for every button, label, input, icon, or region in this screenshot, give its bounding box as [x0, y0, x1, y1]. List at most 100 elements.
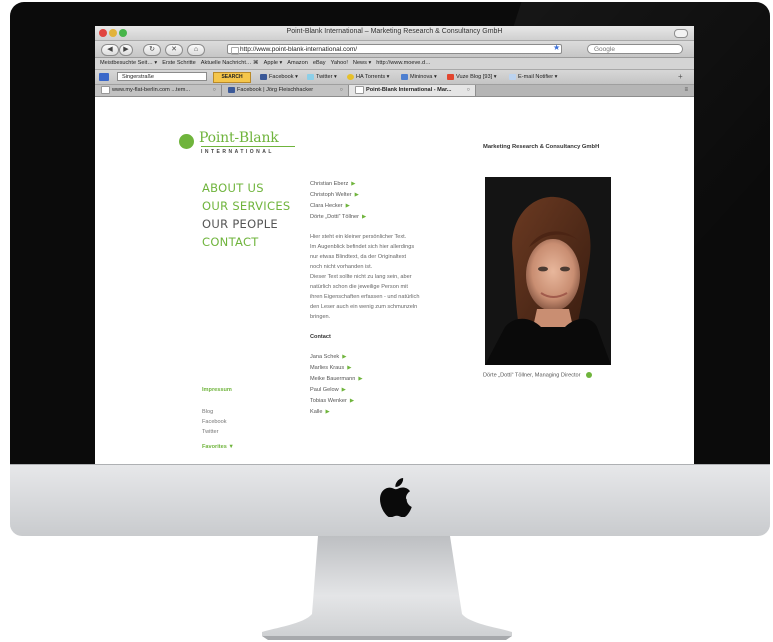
site-tagline: Marketing Research & Consultancy GmbH [483, 144, 600, 150]
back-arrow-icon: ◀ [107, 46, 113, 53]
person-name: Clara Hecker [310, 203, 343, 209]
home-icon: ⌂ [193, 46, 199, 53]
person-link[interactable]: Christian Eberz ▶ [310, 179, 366, 190]
person-link[interactable]: Christoph Welter ▶ [310, 190, 366, 201]
twitter-icon [307, 73, 314, 80]
toolbar-item-vuze-blog[interactable]: Vuze Blog [93] ▾ [447, 70, 497, 84]
home-button[interactable]: ⌂ [187, 44, 205, 56]
tab-point-blank[interactable]: Point-Blank International - Mar... ○ [349, 85, 476, 96]
person-link[interactable]: Clara Hecker ▶ [310, 201, 366, 212]
contact-link[interactable]: Marlies Kraus ▶ [310, 363, 363, 374]
person-name: Christian Eberz [310, 181, 349, 187]
play-arrow-icon: ▶ [349, 398, 355, 404]
navigation-toolbar: ◀ ▶ ↻ ✕ ⌂ http://www.point-blank-interna… [95, 41, 694, 58]
bio-line: Hier steht ein kleiner persönlicher Text… [310, 234, 407, 240]
stop-button[interactable]: ✕ [165, 44, 183, 56]
bookmark-item[interactable]: eBay [313, 58, 326, 69]
footer-link[interactable]: Twitter [202, 427, 227, 437]
bookmarks-bar: Meistbesuchte Seit… ▾ Erste Schritte Aktue… [95, 58, 694, 70]
play-arrow-icon: ▶ [351, 181, 356, 187]
toolbar-item-facebook[interactable]: Facebook ▾ [260, 70, 298, 84]
bio-line: noch nicht vorhanden ist. [310, 264, 373, 270]
logo-name[interactable]: Point-Blank [199, 130, 279, 146]
search-placeholder: Google [594, 46, 615, 53]
tab-my-flat-berlin[interactable]: www.my-flat-berlin.com ...tem... ○ [95, 85, 222, 96]
imac-chin [10, 464, 770, 536]
nav-about-us[interactable]: ABOUT US [202, 179, 291, 197]
footer-link[interactable]: Facebook [202, 417, 227, 427]
vuze-icon [447, 73, 454, 80]
bookmark-item[interactable]: Amazon [287, 58, 308, 69]
bookmark-item[interactable]: News ▾ [353, 58, 371, 69]
toolbar-search-button[interactable]: SEARCH [213, 72, 251, 83]
contact-link[interactable]: Kalle ▶ [310, 407, 363, 418]
play-arrow-icon: ▶ [345, 203, 350, 209]
play-arrow-icon: ▶ [347, 365, 352, 371]
page-icon [355, 85, 364, 94]
portrait-caption: Dörte „Dotti“ Töllner, Managing Director [483, 372, 592, 378]
tab-close-icon[interactable]: ○ [340, 85, 343, 96]
toolbar-toggle-button[interactable] [674, 29, 688, 38]
email-icon [509, 73, 516, 80]
bio-line: nur etwas Blindtext, da der Originaltext [310, 254, 407, 260]
nav-contact[interactable]: CONTACT [202, 233, 291, 251]
contact-heading: Contact [310, 334, 331, 340]
toolbar-item-twitter[interactable]: Twitter ▾ [307, 70, 337, 84]
tab-bar: www.my-flat-berlin.com ...tem... ○ Facebo… [95, 85, 694, 97]
person-link[interactable]: Dörte „Dotti“ Töllner ▶ [310, 212, 366, 223]
imprint-link[interactable]: Impressum [202, 387, 232, 393]
tab-close-icon[interactable]: ○ [213, 85, 216, 96]
bookmark-item[interactable]: Aktuelle Nachricht… ⌘ [201, 58, 259, 69]
play-arrow-icon: ▶ [325, 409, 330, 415]
sidebar-icon[interactable] [99, 73, 109, 81]
bio-line: ihren Eigenschaften erfassen - und natür… [310, 294, 420, 300]
nav-our-people[interactable]: OUR PEOPLE [202, 215, 291, 233]
play-arrow-icon: ▶ [342, 354, 347, 360]
contact-link[interactable]: Tobias Wenker ▶ [310, 396, 363, 407]
toolbar-item-ha-torrents[interactable]: HA Torrents ▾ [347, 70, 389, 84]
toolbar-item-mininova[interactable]: Mininova ▾ [401, 70, 437, 84]
contact-name: Tobias Wenker [310, 398, 347, 404]
bookmark-item[interactable]: Meistbesuchte Seit… ▾ [100, 58, 157, 69]
mininova-icon [401, 73, 408, 80]
facebook-icon [228, 86, 235, 93]
add-toolbar-item-icon[interactable]: + [678, 70, 683, 84]
toolbar-item-email-notifier[interactable]: E-mail Notifier ▾ [509, 70, 557, 84]
back-button[interactable]: ◀ [101, 44, 119, 56]
bookmark-item[interactable]: http://www.moeve.d… [376, 58, 430, 69]
url-field[interactable]: http://www.point-blank-international.com… [227, 44, 562, 55]
reload-button[interactable]: ↻ [143, 44, 161, 56]
contact-link[interactable]: Paul Gelow ▶ [310, 385, 363, 396]
people-list: Christian Eberz ▶ Christoph Welter ▶ Clara H… [310, 179, 366, 223]
facebook-icon [260, 73, 267, 80]
play-arrow-icon: ▶ [358, 376, 363, 382]
tab-facebook[interactable]: Facebook | Jörg Fleischhacker ○ [222, 85, 349, 96]
imac-stand [262, 536, 512, 640]
bookmark-item[interactable]: Apple ▾ [264, 58, 283, 69]
bookmark-item[interactable]: Yahoo! [331, 58, 348, 69]
nav-our-services[interactable]: OUR SERVICES [202, 197, 291, 215]
torrent-icon [347, 73, 354, 80]
portrait-image [485, 177, 611, 365]
contact-link[interactable]: Meike Bauermann ▶ [310, 374, 363, 385]
logo-dot-icon [179, 134, 194, 149]
tab-overflow-icon[interactable]: ≡ [684, 85, 688, 96]
forward-arrow-icon: ▶ [123, 46, 129, 53]
extensions-toolbar: Singerstraße SEARCH Facebook ▾ Twitter ▾… [95, 70, 694, 85]
forward-button[interactable]: ▶ [119, 44, 133, 56]
person-name: Christoph Welter [310, 192, 352, 198]
contact-link[interactable]: Jana Schek ▶ [310, 352, 363, 363]
portrait-photo [485, 177, 611, 365]
contact-list: Jana Schek ▶ Marlies Kraus ▶ Meike Bauermann… [310, 352, 363, 418]
tab-close-icon[interactable]: ○ [467, 85, 470, 96]
contact-name: Marlies Kraus [310, 365, 345, 371]
search-input[interactable]: Google [587, 44, 683, 54]
footer-link[interactable]: Blog [202, 407, 227, 417]
bookmark-item[interactable]: Erste Schritte [162, 58, 196, 69]
caption-text: Dörte „Dotti“ Töllner, Managing Director [483, 372, 581, 379]
bookmark-star-icon[interactable]: ★ [553, 43, 560, 52]
favorites-toggle[interactable]: Favorites ▼ [202, 444, 234, 450]
main-navigation: ABOUT US OUR SERVICES OUR PEOPLE CONTACT [202, 179, 291, 251]
address-search-input[interactable]: Singerstraße [117, 72, 207, 81]
play-arrow-icon: ▶ [341, 387, 346, 393]
